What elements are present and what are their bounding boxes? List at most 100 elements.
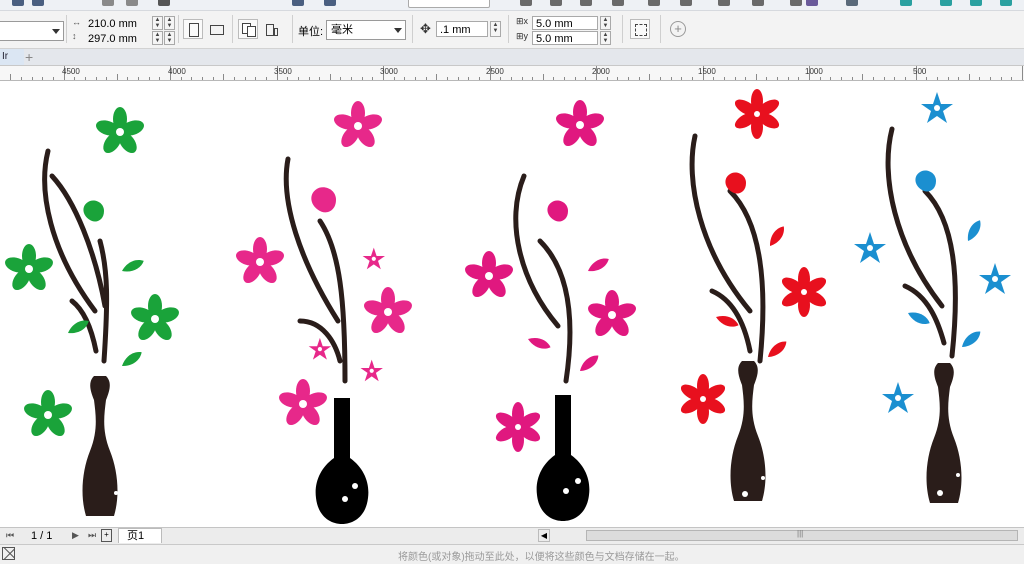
paper-height-stepper[interactable]: ▲ ▼: [152, 31, 163, 45]
toolbar-icon[interactable]: [970, 0, 982, 6]
document-tab[interactable]: Ir: [0, 49, 24, 65]
paper-size-dropdown[interactable]: [0, 21, 64, 41]
duplicate-y-field[interactable]: 5.0 mm: [532, 31, 598, 45]
ruler-tick: [872, 77, 874, 80]
horizontal-scrollbar-thumb[interactable]: |||: [586, 529, 1018, 541]
ruler-label: 4000: [168, 67, 186, 76]
ruler-label: 3500: [274, 67, 292, 76]
ruler-tick: [606, 77, 608, 80]
add-circle-icon[interactable]: +: [670, 21, 686, 37]
toolbar-icon[interactable]: [520, 0, 532, 6]
toolbar-icon[interactable]: [900, 0, 912, 6]
toolbar-icon[interactable]: [102, 0, 114, 6]
next-page-icon[interactable]: ▶: [72, 530, 79, 541]
new-tab-plus-icon[interactable]: +: [25, 50, 33, 64]
ruler-tick: [233, 77, 235, 80]
all-pages-icon[interactable]: [238, 19, 258, 39]
color-drop-hint: 将颜色(或对象)拖动至此处，以便将这些颜色与文档存储在一起。: [398, 552, 685, 563]
ruler-tick: [745, 77, 747, 80]
toolbar-icon[interactable]: [790, 0, 802, 6]
ruler-tick: [532, 77, 534, 80]
ruler-tick: [10, 74, 12, 80]
duplicate-x-stepper[interactable]: ▲ ▼: [600, 16, 611, 30]
toolbar-icon[interactable]: [612, 0, 624, 6]
divider: [660, 15, 661, 43]
paper-height-stepper[interactable]: ▲ ▼: [164, 31, 175, 45]
divider: [412, 15, 413, 43]
paper-width-stepper[interactable]: ▲ ▼: [152, 16, 163, 30]
no-color-swatch-icon[interactable]: [2, 547, 15, 560]
toolbar-icon[interactable]: [680, 0, 692, 6]
portrait-page-icon[interactable]: [183, 19, 203, 39]
ruler-tick: [564, 77, 565, 80]
horizontal-ruler[interactable]: 4500 4000 3500 3000 2500 2000 1500 1000 …: [0, 66, 1024, 81]
ruler-tick: [191, 77, 193, 80]
landscape-page-icon[interactable]: [206, 19, 226, 39]
ruler-tick: [116, 74, 118, 80]
ruler-tick: [542, 74, 544, 80]
nudge-stepper[interactable]: ▲ ▼: [490, 21, 501, 37]
page-tab[interactable]: 页1: [118, 528, 162, 543]
ruler-tick: [361, 77, 363, 80]
scroll-left-button[interactable]: ◀: [538, 529, 550, 542]
ruler-tick: [148, 77, 150, 80]
current-page-icon[interactable]: [262, 19, 282, 39]
ruler-tick: [180, 77, 182, 80]
ruler-tick: [500, 77, 502, 80]
ruler-tick: [553, 77, 555, 80]
units-dropdown[interactable]: 毫米: [326, 20, 406, 40]
ruler-label: 3000: [380, 67, 398, 76]
toolbar-icon[interactable]: [1000, 0, 1012, 6]
paper-width-stepper[interactable]: ▲ ▼: [164, 16, 175, 30]
toolbar-icon[interactable]: [940, 0, 952, 6]
document-tab-bar: Ir +: [0, 49, 1024, 66]
divider: [508, 15, 509, 43]
toolbar-icon[interactable]: [550, 0, 562, 6]
ruler-tick: [617, 77, 619, 80]
ruler-tick: [372, 77, 374, 80]
ruler-tick: [723, 77, 725, 80]
toolbar-icon[interactable]: [324, 0, 336, 6]
nudge-arrows-icon: ✥: [420, 21, 431, 36]
ruler-tick: [574, 77, 576, 80]
ruler-tick: [42, 77, 44, 80]
divider: [66, 15, 67, 43]
paper-width-field[interactable]: 210.0 mm: [84, 16, 150, 30]
ruler-tick: [159, 77, 161, 80]
toolbar-icon[interactable]: [32, 0, 44, 6]
toolbar-icon[interactable]: [580, 0, 592, 6]
divider: [622, 15, 623, 43]
toolbar-icon[interactable]: [158, 0, 170, 6]
page-shape: [247, 26, 256, 37]
ruler-tick: [830, 77, 832, 80]
nudge-distance-field[interactable]: .1 mm: [436, 21, 488, 37]
artwork[interactable]: [0, 81, 1024, 527]
toolbar-icon[interactable]: [718, 0, 730, 6]
duplicate-y-stepper[interactable]: ▲ ▼: [600, 31, 611, 45]
toolbar-icon[interactable]: [648, 0, 660, 6]
ruler-tick: [329, 74, 331, 80]
ruler-tick: [74, 77, 76, 80]
portrait-shape: [189, 23, 199, 37]
ruler-tick: [446, 77, 448, 80]
toolbar-field[interactable]: [408, 0, 490, 8]
toolbar-icon[interactable]: [806, 0, 818, 6]
toolbar-icon[interactable]: [126, 0, 138, 6]
toolbar-icon[interactable]: [292, 0, 304, 6]
ruler-tick: [351, 77, 353, 80]
toolbar-icon[interactable]: [752, 0, 764, 6]
toolbar-icon[interactable]: [12, 0, 24, 6]
duplicate-x-field[interactable]: 5.0 mm: [532, 16, 598, 30]
snap-icon[interactable]: [630, 19, 650, 39]
divider: [178, 15, 179, 43]
add-page-icon[interactable]: +: [101, 529, 112, 542]
toolbar-icon[interactable]: [846, 0, 858, 6]
chevron-down-icon: [394, 28, 402, 33]
ruler-tick: [414, 77, 416, 80]
paper-height-field[interactable]: 297.0 mm: [84, 31, 150, 45]
ruler-tick: [766, 77, 768, 80]
ruler-tick: [734, 77, 736, 80]
first-page-icon[interactable]: ⏮: [6, 530, 14, 541]
drawing-canvas[interactable]: [0, 81, 1024, 527]
last-page-icon[interactable]: ⏭: [88, 530, 96, 541]
